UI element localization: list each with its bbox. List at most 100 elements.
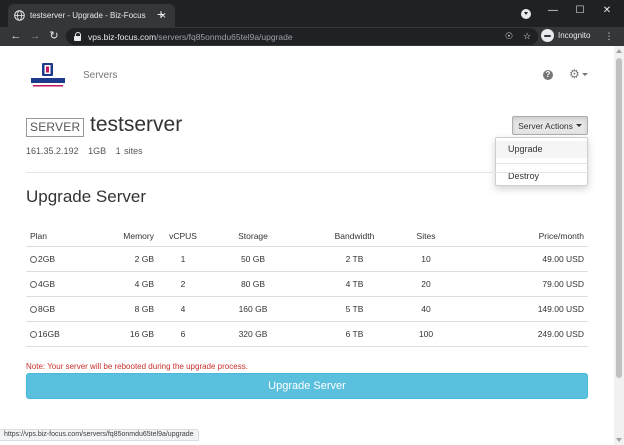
browser-tabstrip: testserver - Upgrade - Biz-Focus × + — ☐… — [0, 0, 624, 27]
server-type-label: SERVER — [26, 118, 85, 137]
column-header: Bandwidth — [298, 226, 411, 247]
plan-name: 8GB — [38, 303, 56, 314]
column-header: Memory — [102, 226, 158, 247]
server-name: testserver — [90, 113, 183, 136]
plan-name: 16GB — [38, 328, 60, 339]
forward-arrow-icon[interactable]: → — [27, 28, 43, 45]
column-header: Storage — [208, 226, 298, 247]
server-actions-menu: Upgrade Destroy — [495, 137, 588, 186]
memory-cell: 16 GB — [102, 321, 158, 347]
window-close-icon[interactable]: ✕ — [598, 4, 616, 18]
vcpus-cell: 4 — [158, 296, 208, 322]
nav-servers-link[interactable]: Servers — [83, 70, 117, 81]
server-meta: 161.35.2.192 1GB 1 sites — [26, 146, 149, 156]
storage-cell: 320 GB — [208, 321, 298, 347]
sites-cell: 40 — [411, 296, 441, 322]
bookmark-star-icon[interactable]: ☆ — [520, 28, 534, 45]
plan-name: 4GB — [38, 278, 56, 289]
plan-cell[interactable]: 16GB — [26, 321, 102, 347]
caret-down-icon — [575, 124, 582, 127]
price-cell: 249.00 USD — [441, 321, 588, 347]
table-row[interactable]: 16GB 16 GB 6 320 GB 6 TB 100 249.00 USD — [26, 321, 588, 347]
vcpus-cell: 1 — [158, 246, 208, 272]
menu-divider — [496, 163, 587, 164]
reboot-warning: Note: Your server will be rebooted durin… — [26, 362, 248, 371]
column-header: Plan — [26, 226, 102, 247]
server-actions-label: Server Actions — [518, 120, 573, 131]
tab-title: testserver - Upgrade - Biz-Focus — [30, 11, 146, 20]
url-host: vps.biz-focus.com — [88, 31, 157, 42]
minimize-icon[interactable]: — — [544, 4, 562, 18]
biz-focus-logo[interactable] — [29, 62, 67, 90]
url-path: /servers/fq85onmdu65tel9a/upgrade — [156, 31, 293, 42]
upgrade-server-button[interactable]: Upgrade Server — [26, 373, 588, 399]
chevron-down-icon[interactable] — [582, 73, 588, 76]
column-header: vCPUS — [158, 226, 208, 247]
memory-cell: 8 GB — [102, 296, 158, 322]
plan-cell[interactable]: 8GB — [26, 296, 102, 322]
gear-icon[interactable]: ⚙ — [569, 67, 580, 81]
sites-cell: 100 — [411, 321, 441, 347]
vcpus-cell: 2 — [158, 271, 208, 297]
memory-cell: 4 GB — [102, 271, 158, 297]
price-cell: 49.00 USD — [441, 246, 588, 272]
help-icon[interactable]: ? — [543, 70, 553, 80]
plan-cell[interactable]: 2GB — [26, 246, 102, 272]
plans-table: Plan Memory vCPUS Storage Bandwidth Site… — [26, 226, 588, 347]
plan-radio[interactable] — [30, 305, 37, 313]
plan-radio[interactable] — [30, 280, 37, 288]
table-row[interactable]: 4GB 4 GB 2 80 GB 4 TB 20 79.00 USD — [26, 271, 588, 297]
lock-icon — [74, 32, 82, 41]
bandwidth-cell: 6 TB — [298, 321, 411, 347]
browser-toolbar: ← → ↻ vps.biz-focus.com/servers/fq85onmd… — [0, 27, 624, 46]
bandwidth-cell: 5 TB — [298, 296, 411, 322]
back-arrow-icon[interactable]: ← — [8, 28, 24, 45]
plan-radio[interactable] — [30, 330, 37, 338]
column-header: Price/month — [441, 226, 588, 247]
scroll-up-icon[interactable] — [616, 49, 622, 53]
bandwidth-cell: 4 TB — [298, 271, 411, 297]
storage-cell: 80 GB — [208, 271, 298, 297]
server-ram: 1GB — [88, 146, 107, 156]
link-status-bar: https://vps.biz-focus.com/servers/fq85on… — [0, 429, 199, 441]
page-viewport: Servers ? ⚙ SERVER testserver 161.35.2.1… — [0, 46, 624, 445]
price-cell: 79.00 USD — [441, 271, 588, 297]
page-scrollbar[interactable] — [614, 46, 624, 445]
price-cell: 149.00 USD — [441, 296, 588, 322]
server-actions-button[interactable]: Server Actions — [512, 116, 588, 135]
vcpus-cell: 6 — [158, 321, 208, 347]
table-header-row: Plan Memory vCPUS Storage Bandwidth Site… — [26, 226, 588, 247]
eye-slash-icon[interactable]: ☉ — [502, 28, 516, 45]
storage-cell: 160 GB — [208, 296, 298, 322]
browser-tab[interactable]: testserver - Upgrade - Biz-Focus × — [8, 4, 175, 27]
sites-cell: 20 — [411, 271, 441, 297]
address-bar[interactable]: vps.biz-focus.com/servers/fq85onmdu65tel… — [66, 28, 538, 45]
incognito-label: Incognito — [558, 31, 591, 40]
table-row[interactable]: 8GB 8 GB 4 160 GB 5 TB 40 149.00 USD — [26, 296, 588, 322]
divider — [26, 172, 588, 173]
reload-icon[interactable]: ↻ — [46, 28, 62, 45]
server-sites: 1 sites — [115, 146, 143, 156]
scroll-down-icon[interactable] — [616, 438, 622, 442]
memory-cell: 2 GB — [102, 246, 158, 272]
tab-search-icon[interactable] — [521, 9, 531, 19]
incognito-icon — [541, 29, 554, 42]
globe-icon — [14, 10, 25, 21]
bandwidth-cell: 2 TB — [298, 246, 411, 272]
scroll-thumb[interactable] — [616, 58, 622, 378]
plan-radio[interactable] — [30, 255, 37, 263]
menu-item-destroy[interactable]: Destroy — [496, 168, 587, 185]
incognito-indicator[interactable]: Incognito — [541, 29, 590, 42]
table-row[interactable]: 2GB 2 GB 1 50 GB 2 TB 10 49.00 USD — [26, 246, 588, 272]
plan-name: 2GB — [38, 253, 56, 264]
page-title: Upgrade Server — [26, 187, 147, 206]
kebab-menu-icon[interactable]: ⋮ — [602, 28, 616, 45]
column-header: Sites — [411, 226, 441, 247]
new-tab-button[interactable]: + — [154, 5, 168, 23]
plan-cell[interactable]: 4GB — [26, 271, 102, 297]
storage-cell: 50 GB — [208, 246, 298, 272]
maximize-icon[interactable]: ☐ — [571, 4, 589, 18]
server-ip: 161.35.2.192 — [26, 146, 79, 156]
sites-cell: 10 — [411, 246, 441, 272]
menu-item-upgrade[interactable]: Upgrade — [496, 141, 587, 158]
